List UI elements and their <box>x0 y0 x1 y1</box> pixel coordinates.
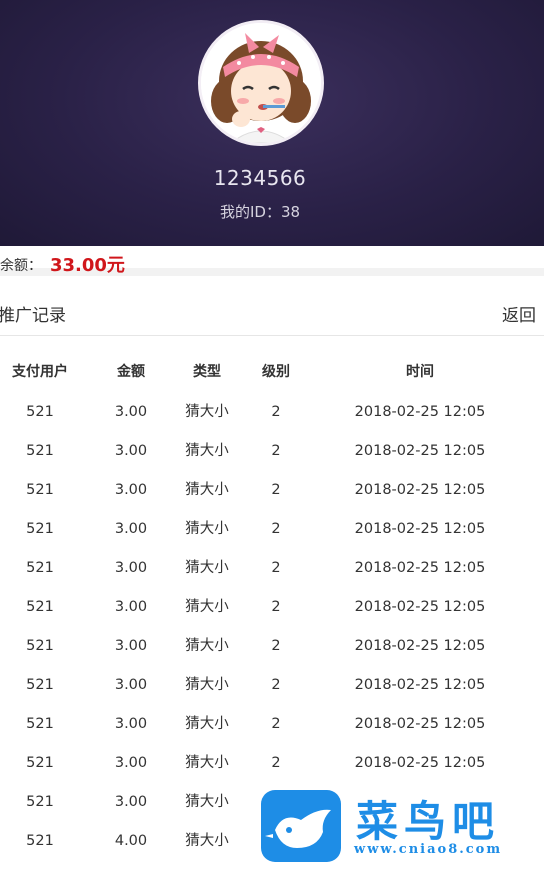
bird-logo-icon <box>261 790 341 862</box>
page-title: 推广记录 <box>0 306 66 326</box>
cell-time: 2018-02-25 12:05 <box>354 560 486 576</box>
watermark-text: 菜鸟吧 <box>356 797 501 846</box>
cell-level: 2 <box>271 404 281 420</box>
table-row: 521 3.00 猜大小 2 2018-02-25 12:05 <box>0 666 544 705</box>
cartoon-girl-avatar-icon <box>201 23 321 143</box>
cell-type: 猜大小 <box>185 482 229 498</box>
table-header-row: 支付用户 金额 类型 级别 时间 <box>0 352 544 393</box>
cell-type: 猜大小 <box>185 521 229 537</box>
table-row: 521 3.00 猜大小 2 2018-02-25 12:05 <box>0 744 544 783</box>
cell-time: 2018-02-25 12:05 <box>354 677 486 693</box>
user-id: 我的ID：38 <box>219 203 301 221</box>
table-row: 521 3.00 猜大小 2 2018-02-25 12:05 <box>0 393 544 432</box>
cell-amount: 3.00 <box>114 794 148 810</box>
cell-amount: 3.00 <box>114 560 148 576</box>
cell-payer: 521 <box>26 560 54 576</box>
column-header-level: 级别 <box>262 364 290 380</box>
table-row: 521 3.00 猜大小 2 2018-02-25 12:05 <box>0 705 544 744</box>
column-header-type: 类型 <box>193 364 221 380</box>
records-header: 推广记录 返回 <box>0 284 544 336</box>
balance-value: 33.00元 <box>50 255 125 276</box>
cell-payer: 521 <box>26 833 54 849</box>
cell-time: 2018-02-25 12:05 <box>354 443 486 459</box>
watermark: 菜鸟吧 www.cniao8.com <box>258 780 542 870</box>
cell-type: 猜大小 <box>185 560 229 576</box>
cell-time: 2018-02-25 12:05 <box>354 755 486 771</box>
balance-row: 余额： 33.00元 <box>0 246 544 276</box>
table-row: 521 3.00 猜大小 2 2018-02-25 12:05 <box>0 588 544 627</box>
cell-amount: 3.00 <box>114 521 148 537</box>
balance-label: 余额： <box>0 258 42 274</box>
cell-payer: 521 <box>26 599 54 615</box>
cell-level: 2 <box>271 560 281 576</box>
table-row: 521 3.00 猜大小 2 2018-02-25 12:05 <box>0 627 544 666</box>
cell-time: 2018-02-25 12:05 <box>354 638 486 654</box>
avatar[interactable] <box>198 20 324 146</box>
cell-time: 2018-02-25 12:05 <box>354 716 486 732</box>
cell-amount: 3.00 <box>114 716 148 732</box>
cell-amount: 3.00 <box>114 755 148 771</box>
cell-type: 猜大小 <box>185 755 229 771</box>
cell-time: 2018-02-25 12:05 <box>354 599 486 615</box>
cell-amount: 3.00 <box>114 443 148 459</box>
cell-level: 2 <box>271 755 281 771</box>
cell-type: 猜大小 <box>185 404 229 420</box>
cell-type: 猜大小 <box>185 677 229 693</box>
cell-amount: 3.00 <box>114 677 148 693</box>
column-header-payer: 支付用户 <box>12 364 68 380</box>
watermark-url: www.cniao8.com <box>354 842 503 857</box>
column-header-time: 时间 <box>406 364 434 380</box>
cell-level: 2 <box>271 482 281 498</box>
column-header-amount: 金额 <box>117 364 145 380</box>
username: 1234566 <box>213 166 307 190</box>
cell-payer: 521 <box>26 638 54 654</box>
table-row: 521 3.00 猜大小 2 2018-02-25 12:05 <box>0 549 544 588</box>
cell-payer: 521 <box>26 755 54 771</box>
cell-payer: 521 <box>26 716 54 732</box>
table-row: 521 3.00 猜大小 2 2018-02-25 12:05 <box>0 471 544 510</box>
cell-time: 2018-02-25 12:05 <box>354 521 486 537</box>
cell-amount: 3.00 <box>114 482 148 498</box>
cell-level: 2 <box>271 443 281 459</box>
cell-amount: 3.00 <box>114 599 148 615</box>
cell-type: 猜大小 <box>185 638 229 654</box>
cell-payer: 521 <box>26 794 54 810</box>
cell-amount: 4.00 <box>114 833 148 849</box>
cell-level: 2 <box>271 521 281 537</box>
cell-level: 2 <box>271 599 281 615</box>
back-button[interactable]: 返回 <box>502 301 536 326</box>
cell-type: 猜大小 <box>185 443 229 459</box>
cell-payer: 521 <box>26 443 54 459</box>
cell-amount: 3.00 <box>114 404 148 420</box>
profile-header: 1234566 我的ID：38 <box>0 0 544 246</box>
cell-time: 2018-02-25 12:05 <box>354 404 486 420</box>
cell-payer: 521 <box>26 521 54 537</box>
cell-type: 猜大小 <box>185 716 229 732</box>
cell-type: 猜大小 <box>185 794 229 810</box>
table-row: 521 3.00 猜大小 2 2018-02-25 12:05 <box>0 510 544 549</box>
cell-type: 猜大小 <box>185 833 229 849</box>
cell-type: 猜大小 <box>185 599 229 615</box>
cell-payer: 521 <box>26 482 54 498</box>
table-row: 521 3.00 猜大小 2 2018-02-25 12:05 <box>0 432 544 471</box>
cell-level: 2 <box>271 716 281 732</box>
cell-amount: 3.00 <box>114 638 148 654</box>
cell-payer: 521 <box>26 404 54 420</box>
cell-level: 2 <box>271 638 281 654</box>
cell-time: 2018-02-25 12:05 <box>354 482 486 498</box>
cell-level: 2 <box>271 677 281 693</box>
cell-payer: 521 <box>26 677 54 693</box>
